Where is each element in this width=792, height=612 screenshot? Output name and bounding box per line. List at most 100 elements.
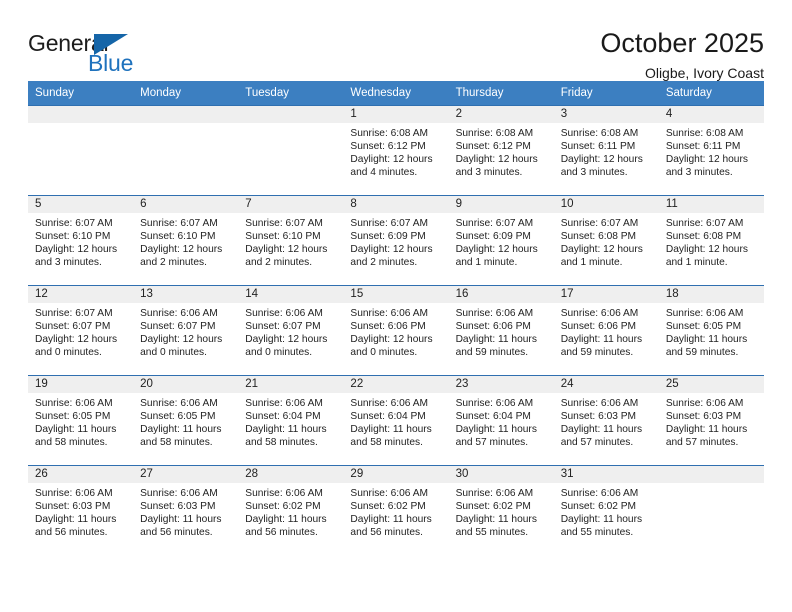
sunrise-time: Sunrise: 6:06 AM: [245, 488, 323, 499]
day-details: Sunrise: 6:07 AM Sunset: 6:10 PM Daylight:…: [133, 213, 238, 269]
day-details: Sunrise: 6:06 AM Sunset: 6:02 PM Daylight:…: [554, 483, 659, 539]
sunrise-time: Sunrise: 6:06 AM: [455, 308, 534, 319]
day-number: 7: [238, 196, 344, 213]
calendar-day-cell[interactable]: 4 Sunrise: 6:08 AM Sunset: 6:11 PM Daylight…: [658, 105, 764, 196]
day-number: 2: [448, 106, 554, 123]
daylight-duration-line2: and 58 minutes.: [140, 437, 213, 449]
sunset-time: Sunset: 6:03 PM: [140, 501, 216, 513]
calendar-day-cell[interactable]: 28 Sunrise: 6:06 AM Sunset: 6:02 PM Dayligh…: [238, 465, 344, 556]
calendar-day-cell[interactable]: 13 Sunrise: 6:06 AM Sunset: 6:07 PM Dayligh…: [133, 285, 239, 376]
sunset-time: Sunset: 6:12 PM: [350, 141, 426, 153]
sunset-time: Sunset: 6:02 PM: [350, 501, 426, 513]
calendar-day-cell[interactable]: 29 Sunrise: 6:06 AM Sunset: 6:02 PM Dayligh…: [343, 465, 449, 556]
calendar-day-cell[interactable]: 20 Sunrise: 6:06 AM Sunset: 6:05 PM Dayligh…: [133, 375, 239, 466]
general-blue-logo[interactable]: General Blue: [28, 28, 158, 80]
daylight-duration-line2: and 4 minutes.: [350, 167, 418, 179]
sunset-time: Sunset: 6:11 PM: [560, 141, 636, 153]
sunrise-time: Sunrise: 6:06 AM: [665, 398, 744, 409]
sunrise-time: Sunrise: 6:08 AM: [455, 128, 534, 139]
daylight-duration-line2: and 56 minutes.: [140, 527, 213, 539]
day-number: 21: [238, 376, 344, 393]
sunset-time: Sunset: 6:02 PM: [560, 501, 637, 513]
calendar-day-cell[interactable]: 14 Sunrise: 6:06 AM Sunset: 6:07 PM Dayligh…: [238, 285, 344, 376]
weekday-header-wednesday: Wednesday: [343, 81, 449, 106]
day-details: Sunrise: 6:07 AM Sunset: 6:07 PM Daylight:…: [28, 303, 133, 359]
sunrise-time: Sunrise: 6:07 AM: [350, 218, 429, 229]
calendar-day-cell[interactable]: 18 Sunrise: 6:06 AM Sunset: 6:05 PM Dayligh…: [658, 285, 764, 376]
daylight-duration-line2: and 2 minutes.: [140, 257, 207, 269]
daylight-duration-line1: Daylight: 12 hours: [350, 334, 433, 346]
calendar-day-cell[interactable]: 24 Sunrise: 6:06 AM Sunset: 6:03 PM Dayligh…: [553, 375, 659, 466]
sunrise-time: Sunrise: 6:06 AM: [140, 398, 218, 409]
day-number: [238, 106, 344, 123]
calendar-day-cell[interactable]: 19 Sunrise: 6:06 AM Sunset: 6:05 PM Dayligh…: [28, 375, 134, 466]
calendar-day-cell[interactable]: 22 Sunrise: 6:06 AM Sunset: 6:04 PM Dayligh…: [343, 375, 449, 466]
sunset-time: Sunset: 6:03 PM: [35, 501, 111, 513]
sunrise-time: Sunrise: 6:07 AM: [35, 308, 113, 319]
day-details: Sunrise: 6:07 AM Sunset: 6:10 PM Daylight:…: [28, 213, 133, 269]
day-details: Sunrise: 6:06 AM Sunset: 6:03 PM Daylight:…: [28, 483, 133, 539]
calendar-day-cell[interactable]: 31 Sunrise: 6:06 AM Sunset: 6:02 PM Dayligh…: [553, 465, 659, 556]
day-details: Sunrise: 6:06 AM Sunset: 6:04 PM Daylight:…: [449, 393, 554, 449]
daylight-duration-line1: Daylight: 12 hours: [245, 244, 328, 256]
sunrise-time: Sunrise: 6:07 AM: [665, 218, 744, 229]
daylight-duration-line1: Daylight: 11 hours: [455, 514, 537, 526]
day-details: Sunrise: 6:06 AM Sunset: 6:03 PM Daylight:…: [133, 483, 238, 539]
sunset-time: Sunset: 6:04 PM: [455, 411, 531, 423]
sunrise-time: Sunrise: 6:06 AM: [560, 488, 639, 499]
calendar-day-cell[interactable]: 5 Sunrise: 6:07 AM Sunset: 6:10 PM Daylight…: [28, 195, 134, 286]
daylight-duration-line2: and 56 minutes.: [245, 527, 318, 539]
calendar-day-cell[interactable]: 7 Sunrise: 6:07 AM Sunset: 6:10 PM Daylight…: [238, 195, 344, 286]
calendar-day-cell[interactable]: 15 Sunrise: 6:06 AM Sunset: 6:06 PM Dayligh…: [343, 285, 449, 376]
calendar-day-cell[interactable]: 11 Sunrise: 6:07 AM Sunset: 6:08 PM Dayligh…: [658, 195, 764, 286]
page-header: General Blue October 2025 Oligbe, Ivory …: [28, 0, 764, 81]
sunrise-time: Sunrise: 6:06 AM: [455, 488, 534, 499]
day-number: 23: [448, 376, 554, 393]
calendar-day-cell-empty: [133, 105, 239, 196]
calendar-day-cell[interactable]: 12 Sunrise: 6:07 AM Sunset: 6:07 PM Dayligh…: [28, 285, 134, 376]
day-number: 10: [553, 196, 659, 213]
day-details: Sunrise: 6:08 AM Sunset: 6:11 PM Daylight:…: [659, 123, 764, 179]
calendar-day-cell[interactable]: 21 Sunrise: 6:06 AM Sunset: 6:04 PM Dayligh…: [238, 375, 344, 466]
calendar-day-cell[interactable]: 9 Sunrise: 6:07 AM Sunset: 6:09 PM Daylight…: [448, 195, 554, 286]
day-number: 5: [28, 196, 134, 213]
sunrise-time: Sunrise: 6:06 AM: [560, 398, 639, 409]
calendar-day-cell[interactable]: 23 Sunrise: 6:06 AM Sunset: 6:04 PM Dayligh…: [448, 375, 554, 466]
calendar-day-cell[interactable]: 8 Sunrise: 6:07 AM Sunset: 6:09 PM Daylight…: [343, 195, 449, 286]
calendar-day-cell[interactable]: 3 Sunrise: 6:08 AM Sunset: 6:11 PM Daylight…: [553, 105, 659, 196]
calendar-day-cell[interactable]: 2 Sunrise: 6:08 AM Sunset: 6:12 PM Daylight…: [448, 105, 554, 196]
daylight-duration-line2: and 58 minutes.: [245, 437, 318, 449]
calendar-day-cell[interactable]: 10 Sunrise: 6:07 AM Sunset: 6:08 PM Dayligh…: [553, 195, 659, 286]
calendar-day-cell[interactable]: 16 Sunrise: 6:06 AM Sunset: 6:06 PM Dayligh…: [448, 285, 554, 376]
day-number: 24: [553, 376, 659, 393]
calendar-day-cell[interactable]: 17 Sunrise: 6:06 AM Sunset: 6:06 PM Dayligh…: [553, 285, 659, 376]
daylight-duration-line1: Daylight: 12 hours: [665, 154, 748, 166]
sunset-time: Sunset: 6:02 PM: [455, 501, 531, 513]
sunset-time: Sunset: 6:06 PM: [350, 321, 426, 333]
sunrise-time: Sunrise: 6:06 AM: [35, 488, 113, 499]
calendar-day-cell-empty: [238, 105, 344, 196]
daylight-duration-line1: Daylight: 11 hours: [140, 424, 222, 436]
day-number: 1: [343, 106, 449, 123]
sunset-time: Sunset: 6:10 PM: [245, 231, 321, 243]
day-details: Sunrise: 6:07 AM Sunset: 6:08 PM Daylight:…: [659, 213, 764, 269]
calendar-week-row: 5 Sunrise: 6:07 AM Sunset: 6:10 PM Daylight…: [28, 195, 764, 286]
day-details: Sunrise: 6:06 AM Sunset: 6:03 PM Daylight:…: [659, 393, 764, 449]
calendar-day-cell[interactable]: 27 Sunrise: 6:06 AM Sunset: 6:03 PM Dayligh…: [133, 465, 239, 556]
day-number: 18: [658, 286, 764, 303]
weekday-header-sunday: Sunday: [28, 81, 134, 106]
calendar-day-cell[interactable]: 30 Sunrise: 6:06 AM Sunset: 6:02 PM Dayligh…: [448, 465, 554, 556]
calendar-week-row: 1 Sunrise: 6:08 AM Sunset: 6:12 PM Daylight…: [28, 105, 764, 196]
daylight-duration-line1: Daylight: 12 hours: [35, 244, 118, 256]
calendar-day-cell[interactable]: 1 Sunrise: 6:08 AM Sunset: 6:12 PM Daylight…: [343, 105, 449, 196]
sunset-time: Sunset: 6:12 PM: [455, 141, 531, 153]
daylight-duration-line2: and 56 minutes.: [350, 527, 423, 539]
sunset-time: Sunset: 6:05 PM: [35, 411, 111, 423]
calendar-day-cell[interactable]: 26 Sunrise: 6:06 AM Sunset: 6:03 PM Dayligh…: [28, 465, 134, 556]
calendar-day-cell[interactable]: 6 Sunrise: 6:07 AM Sunset: 6:10 PM Daylight…: [133, 195, 239, 286]
daylight-duration-line1: Daylight: 12 hours: [455, 154, 538, 166]
daylight-duration-line2: and 59 minutes.: [665, 347, 739, 359]
calendar-day-cell[interactable]: 25 Sunrise: 6:06 AM Sunset: 6:03 PM Dayligh…: [658, 375, 764, 466]
daylight-duration-line1: Daylight: 11 hours: [560, 334, 643, 346]
day-number: 29: [343, 466, 449, 483]
